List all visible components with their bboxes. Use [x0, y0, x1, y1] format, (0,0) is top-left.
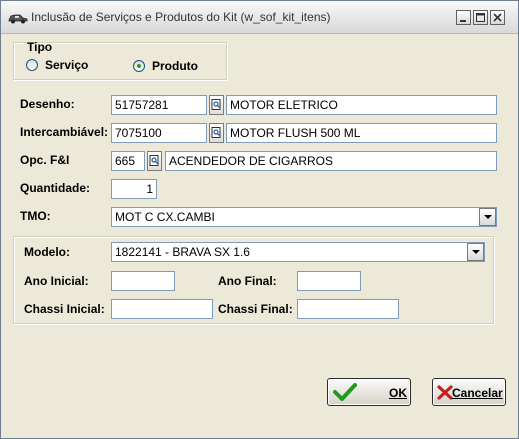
opc-code-input[interactable]: 665	[111, 151, 145, 171]
tipo-label: Tipo	[27, 40, 53, 54]
ok-button[interactable]: OK	[327, 378, 411, 406]
cancel-button[interactable]: Cancelar	[432, 378, 506, 406]
opc-description: ACENDEDOR DE CIGARROS	[165, 151, 497, 171]
modelo-label: Modelo:	[24, 245, 70, 259]
minimize-icon	[460, 20, 466, 22]
intercambiavel-description: MOTOR FLUSH 500 ML	[226, 123, 497, 143]
chassi-inicial-label: Chassi Inicial:	[24, 302, 105, 316]
dialog-window: Inclusão de Serviços e Produtos do Kit (…	[0, 0, 519, 439]
lookup-icon	[211, 127, 221, 138]
chassi-inicial-input[interactable]	[111, 299, 213, 319]
intercambiavel-code-input[interactable]: 7075100	[111, 123, 207, 143]
quantidade-input[interactable]: 1	[111, 179, 157, 199]
radio-servico[interactable]	[26, 59, 38, 71]
lookup-icon	[211, 99, 221, 110]
close-icon	[493, 13, 502, 22]
title-bar[interactable]: Inclusão de Serviços e Produtos do Kit (…	[1, 1, 518, 34]
maximize-icon	[476, 13, 485, 22]
checkmark-icon	[333, 383, 357, 401]
modelo-select[interactable]: 1822141 - BRAVA SX 1.6	[111, 242, 485, 262]
close-button[interactable]	[490, 10, 505, 25]
modelo-selected-value: 1822141 - BRAVA SX 1.6	[115, 245, 250, 259]
car-icon	[8, 12, 28, 24]
radio-selected-dot	[137, 64, 141, 68]
ano-final-input[interactable]	[297, 271, 361, 291]
desenho-description: MOTOR ELETRICO	[226, 95, 497, 115]
cancel-button-label: Cancelar	[452, 386, 503, 400]
opc-label: Opc. F&I	[20, 153, 70, 167]
tmo-selected-value: MOT C CX.CAMBI	[115, 210, 215, 224]
radio-servico-label[interactable]: Serviço	[45, 58, 88, 72]
radio-produto[interactable]	[133, 60, 145, 72]
dropdown-arrow-icon	[472, 250, 480, 254]
chassi-final-label: Chassi Final:	[218, 302, 293, 316]
minimize-button[interactable]	[456, 10, 471, 25]
modelo-dropdown-button[interactable]	[467, 243, 484, 261]
dropdown-arrow-icon	[484, 215, 492, 219]
chassi-final-input[interactable]	[297, 299, 399, 319]
ano-final-label: Ano Final:	[218, 274, 277, 288]
desenho-label: Desenho:	[20, 97, 75, 111]
desenho-code-input[interactable]: 51757281	[111, 95, 207, 115]
dialog-body: Tipo Serviço Produto Desenho: 51757281 M…	[5, 34, 514, 434]
quantidade-label: Quantidade:	[20, 181, 91, 195]
maximize-button[interactable]	[473, 10, 488, 25]
lookup-icon	[149, 155, 159, 166]
tmo-select[interactable]: MOT C CX.CAMBI	[111, 207, 497, 227]
tmo-dropdown-button[interactable]	[479, 208, 496, 226]
ano-inicial-label: Ano Inicial:	[24, 274, 89, 288]
x-mark-icon	[437, 385, 453, 400]
ok-button-label: OK	[389, 386, 407, 400]
intercambiavel-label: Intercambiável:	[20, 125, 109, 139]
ano-inicial-input[interactable]	[111, 271, 175, 291]
window-title: Inclusão de Serviços e Produtos do Kit (…	[31, 10, 331, 24]
opc-lookup-button[interactable]	[147, 151, 162, 171]
intercambiavel-lookup-button[interactable]	[209, 123, 224, 143]
radio-produto-label[interactable]: Produto	[152, 59, 198, 73]
tmo-label: TMO:	[20, 209, 51, 223]
desenho-lookup-button[interactable]	[209, 95, 224, 115]
